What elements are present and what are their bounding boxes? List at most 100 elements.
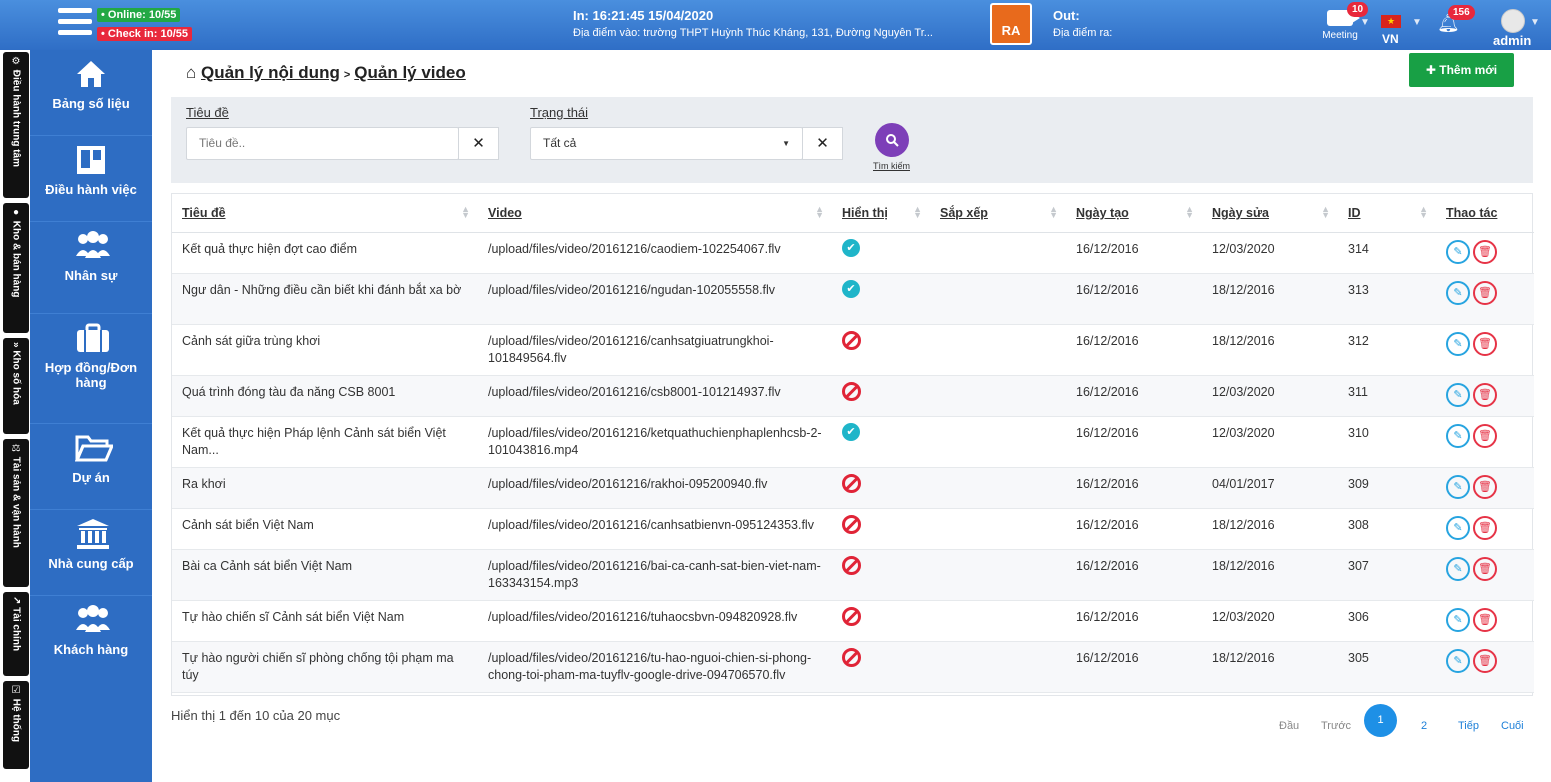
main-content: ⌂ Quản lý nội dung > Quản lý video ✚ Thêm … xyxy=(152,50,1551,782)
cell-actions: ✎ 🗑︎ xyxy=(1436,467,1534,509)
status-select-value: Tất cả xyxy=(543,136,577,150)
check-circle-icon[interactable]: ✔ xyxy=(842,279,860,298)
title-search-input[interactable]: Tiêu đề.. xyxy=(186,127,459,160)
user-name[interactable]: admin xyxy=(1493,33,1531,48)
sort-icon: ▲ ▼ xyxy=(1321,204,1330,220)
title-filter-label: Tiêu đề xyxy=(186,105,229,120)
sidebar-item-suppliers[interactable]: Nhà cung cấp xyxy=(30,510,152,596)
trash-icon[interactable]: 🗑︎ xyxy=(1473,648,1497,673)
user-avatar[interactable] xyxy=(1501,9,1525,33)
column-header-created[interactable]: Ngày tạo ▲ ▼ xyxy=(1066,194,1202,233)
cell-modified: 04/01/2017 xyxy=(1202,467,1338,509)
ban-icon[interactable] xyxy=(842,606,861,626)
column-header-id[interactable]: ID ▲ ▼ xyxy=(1338,194,1436,233)
edit-icon[interactable]: ✎ xyxy=(1446,515,1470,540)
tab-warehouse-sales[interactable]: ● Kho & bán hàng xyxy=(3,203,29,333)
chevron-down-icon[interactable]: ▼ xyxy=(1530,17,1540,28)
page-1-current[interactable]: 1 xyxy=(1364,704,1397,737)
cell-order xyxy=(930,324,1066,376)
sidebar: Bảng số liệu Điều hành việc Nhân sự Hợp … xyxy=(30,50,152,782)
add-new-button[interactable]: ✚ Thêm mới xyxy=(1409,53,1514,87)
sidebar-item-contracts[interactable]: Hợp đồng/Đơn hàng xyxy=(30,314,152,424)
edit-icon[interactable]: ✎ xyxy=(1446,474,1470,499)
page-last[interactable]: Cuối xyxy=(1501,720,1524,732)
check-circle-icon[interactable]: ✔ xyxy=(842,422,860,441)
sidebar-item-label: Bảng số liệu xyxy=(52,96,130,111)
sidebar-item-label: Nhà cung cấp xyxy=(48,556,134,571)
ban-icon[interactable] xyxy=(842,381,861,401)
hamburger-menu-icon[interactable] xyxy=(58,8,92,40)
cell-actions: ✎ 🗑︎ xyxy=(1436,232,1534,274)
breadcrumb-video-management[interactable]: Quản lý video xyxy=(354,63,465,82)
sidebar-item-projects[interactable]: Dự án xyxy=(30,424,152,510)
vietnam-flag-icon[interactable]: ★ xyxy=(1381,15,1401,28)
ban-icon[interactable] xyxy=(842,555,861,575)
check-circle-icon[interactable]: ✔ xyxy=(842,238,860,257)
page-2[interactable]: 2 xyxy=(1421,720,1427,732)
trash-icon[interactable]: 🗑︎ xyxy=(1473,331,1497,356)
page-first[interactable]: Đầu xyxy=(1279,720,1299,732)
trash-icon[interactable]: 🗑︎ xyxy=(1473,474,1497,499)
trash-icon[interactable]: 🗑︎ xyxy=(1473,382,1497,407)
trash-icon[interactable]: 🗑︎ xyxy=(1473,607,1497,632)
tab-central-operations[interactable]: ⚙ Điều hành trung tâm xyxy=(3,52,29,198)
cell-modified: 18/12/2016 xyxy=(1202,273,1338,325)
trash-icon[interactable]: 🗑︎ xyxy=(1473,239,1497,264)
home-icon[interactable]: ⌂ xyxy=(186,63,196,82)
clear-title-button[interactable]: ✕ xyxy=(458,127,499,160)
cell-modified: 12/03/2020 xyxy=(1202,232,1338,274)
column-header-visible[interactable]: Hiển thị ▲ ▼ xyxy=(832,194,930,233)
edit-icon[interactable]: ✎ xyxy=(1446,331,1470,356)
breadcrumb-content-management[interactable]: Quản lý nội dung xyxy=(201,63,340,82)
status-select[interactable]: Tất cả ▼ xyxy=(530,127,803,160)
column-header-modified[interactable]: Ngày sửa ▲ ▼ xyxy=(1202,194,1338,233)
sidebar-item-dashboard[interactable]: Bảng số liệu xyxy=(30,50,152,136)
sidebar-item-customers[interactable]: Khách hàng xyxy=(30,596,152,682)
chevron-down-icon[interactable]: ▼ xyxy=(1360,17,1370,28)
tab-digital-storage[interactable]: » Kho số hóa xyxy=(3,338,29,434)
caret-down-icon: ▼ xyxy=(782,139,790,148)
column-header-order[interactable]: Sắp xếp ▲ ▼ xyxy=(930,194,1066,233)
edit-icon[interactable]: ✎ xyxy=(1446,280,1470,305)
cell-visible xyxy=(832,375,930,417)
ban-icon[interactable] xyxy=(842,473,861,493)
cell-visible xyxy=(832,467,930,509)
edit-icon[interactable]: ✎ xyxy=(1446,607,1470,632)
tab-system[interactable]: ☑ Hệ thống xyxy=(3,681,29,769)
trash-icon[interactable]: 🗑︎ xyxy=(1473,515,1497,540)
column-header-title[interactable]: Tiêu đề ▲ ▼ xyxy=(172,194,478,233)
company-logo[interactable]: RA xyxy=(990,3,1032,45)
search-button[interactable] xyxy=(875,123,909,157)
edit-icon[interactable]: ✎ xyxy=(1446,648,1470,673)
table-row: Ra khơi/upload/files/video/20161216/rakh… xyxy=(172,467,1534,509)
trash-icon[interactable]: 🗑︎ xyxy=(1473,280,1497,305)
trash-icon[interactable]: 🗑︎ xyxy=(1473,556,1497,581)
page-next[interactable]: Tiếp xyxy=(1458,720,1479,732)
language-label[interactable]: VN xyxy=(1382,32,1399,46)
ban-icon[interactable] xyxy=(842,514,861,534)
edit-icon[interactable]: ✎ xyxy=(1446,423,1470,448)
sidebar-item-task-management[interactable]: Điều hành việc xyxy=(30,136,152,222)
ban-icon[interactable] xyxy=(842,647,861,667)
cell-id: 309 xyxy=(1338,467,1436,509)
module-tabs: ⚙ Điều hành trung tâm ● Kho & bán hàng »… xyxy=(0,50,30,782)
clear-status-button[interactable]: ✕ xyxy=(802,127,843,160)
sidebar-item-hr[interactable]: Nhân sự xyxy=(30,222,152,314)
cell-created: 16/12/2016 xyxy=(1066,467,1202,509)
search-label[interactable]: Tìm kiếm xyxy=(873,161,910,171)
edit-icon[interactable]: ✎ xyxy=(1446,382,1470,407)
page-previous[interactable]: Trước xyxy=(1321,720,1351,732)
chevron-down-icon[interactable]: ▼ xyxy=(1412,17,1422,28)
cell-created: 16/12/2016 xyxy=(1066,508,1202,550)
sort-icon: ▲ ▼ xyxy=(1049,204,1058,220)
tab-assets-operations[interactable]: ⚖ Tài sản & vận hành xyxy=(3,439,29,587)
cell-title: Tự hào chiến sĩ Cảnh sát biển Việt Nam xyxy=(172,600,478,642)
ban-icon[interactable] xyxy=(842,330,861,350)
cell-video: /upload/files/video/20161216/rakhoi-0952… xyxy=(478,467,832,509)
tab-finance[interactable]: ↗ Tài chính xyxy=(3,592,29,676)
edit-icon[interactable]: ✎ xyxy=(1446,556,1470,581)
trash-icon[interactable]: 🗑︎ xyxy=(1473,423,1497,448)
checkin-location: Địa điểm vào: trường THPT Huỳnh Thúc Khá… xyxy=(573,27,933,39)
edit-icon[interactable]: ✎ xyxy=(1446,239,1470,264)
column-header-video[interactable]: Video ▲ ▼ xyxy=(478,194,832,233)
